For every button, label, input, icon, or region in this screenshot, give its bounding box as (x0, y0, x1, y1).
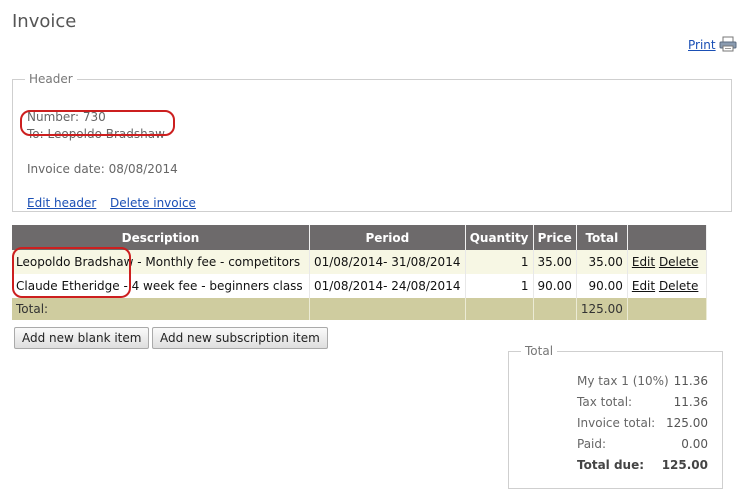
total-label: Total: (12, 298, 310, 320)
print-label: Print (688, 38, 716, 52)
invoice-items-table: Description Period Quantity Price Total … (12, 225, 708, 320)
printer-icon (719, 36, 737, 52)
total-value: 125.00 (576, 298, 628, 320)
invoice-number: Number: 730 (27, 110, 106, 124)
table-header-row: Description Period Quantity Price Total (12, 225, 708, 250)
col-description: Description (12, 225, 310, 250)
table-row: Claude Etheridge - 4 week fee - beginner… (12, 274, 708, 298)
tax-total-label: Tax total: (577, 395, 633, 409)
delete-item-link[interactable]: Delete (659, 279, 698, 293)
cell-price: 90.00 (533, 274, 577, 298)
add-blank-item-button[interactable]: Add new blank item (14, 327, 150, 349)
delete-invoice-link[interactable]: Delete invoice (110, 196, 196, 210)
cell-description: Claude Etheridge - 4 week fee - beginner… (12, 274, 310, 298)
cell-period: 01/08/2014- 24/08/2014 (309, 274, 466, 298)
edit-item-link[interactable]: Edit (632, 255, 655, 269)
invoice-date: Invoice date: 08/08/2014 (27, 162, 178, 176)
cell-actions: Edit Delete (627, 274, 708, 298)
print-link[interactable]: Print (688, 36, 737, 52)
header-fieldset: Header Number: 730 To: Leopoldo Bradshaw… (12, 72, 732, 212)
col-price: Price (533, 225, 577, 250)
col-actions (627, 225, 708, 250)
add-subscription-item-button[interactable]: Add new subscription item (152, 327, 328, 349)
cell-quantity: 1 (465, 274, 534, 298)
edit-item-link[interactable]: Edit (632, 279, 655, 293)
header-legend: Header (29, 72, 73, 86)
invoice-total-value: 125.00 (666, 416, 708, 430)
cell-quantity: 1 (465, 250, 534, 274)
total-due-label: Total due: (577, 458, 645, 472)
invoice-total-label: Invoice total: (577, 416, 656, 430)
page-title: Invoice (12, 11, 77, 32)
col-quantity: Quantity (465, 225, 534, 250)
tax-line-value: 11.36 (673, 374, 708, 388)
invoice-recipient: To: Leopoldo Bradshaw (27, 127, 165, 141)
col-total: Total (576, 225, 628, 250)
cell-total: 90.00 (576, 274, 628, 298)
cell-period: 01/08/2014- 31/08/2014 (309, 250, 466, 274)
cell-actions: Edit Delete (627, 250, 708, 274)
tax-total-value: 11.36 (673, 395, 708, 409)
table-total-row: Total: 125.00 (12, 298, 708, 320)
delete-item-link[interactable]: Delete (659, 255, 698, 269)
total-due-value: 125.00 (661, 458, 708, 472)
edit-header-link[interactable]: Edit header (27, 196, 96, 210)
totals-legend: Total (525, 344, 554, 358)
tax-line-label: My tax 1 (10%) (577, 374, 669, 388)
paid-label: Paid: (577, 437, 607, 451)
table-row: Leopoldo Bradshaw - Monthly fee - compet… (12, 250, 708, 274)
col-period: Period (309, 225, 466, 250)
cell-price: 35.00 (533, 250, 577, 274)
cell-total: 35.00 (576, 250, 628, 274)
totals-fieldset: Total My tax 1 (10%) 11.36 Tax total: 11… (508, 344, 723, 489)
paid-value: 0.00 (681, 437, 708, 451)
cell-description: Leopoldo Bradshaw - Monthly fee - compet… (12, 250, 310, 274)
